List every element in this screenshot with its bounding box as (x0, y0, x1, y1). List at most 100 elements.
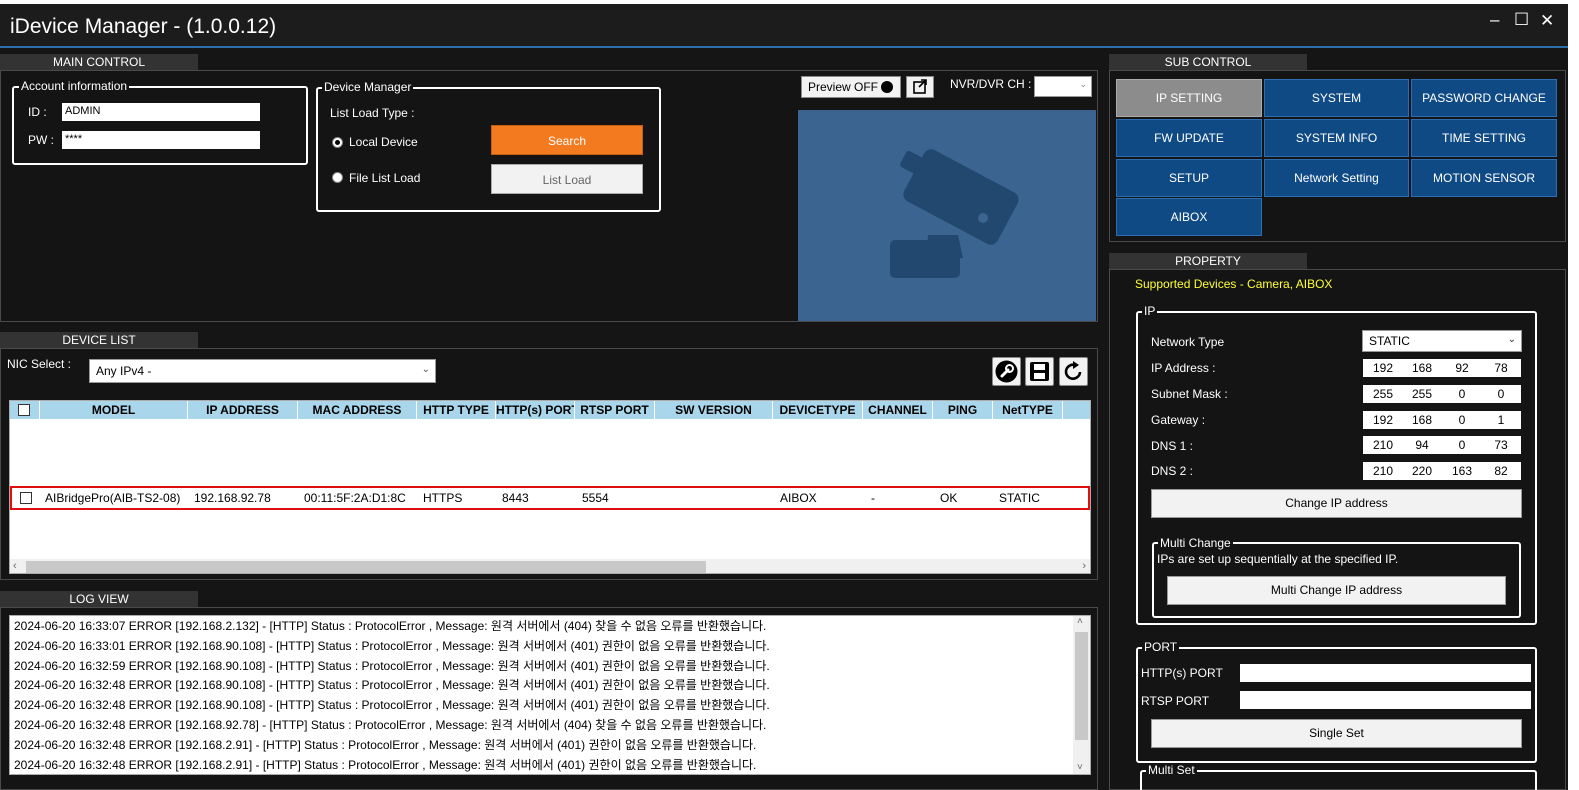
horizontal-scrollbar[interactable]: ‹ › (10, 559, 1090, 573)
motion-sensor-button[interactable]: MOTION SENSOR (1411, 159, 1557, 197)
tab-sub-control: SUB CONTROL (1109, 54, 1307, 71)
col-ping[interactable]: PING (933, 401, 993, 419)
preview-label: Preview OFF (808, 80, 879, 94)
settings-tool-button[interactable] (992, 357, 1021, 386)
aibox-button[interactable]: AIBOX (1116, 198, 1262, 236)
scroll-thumb[interactable] (26, 561, 706, 573)
gateway-octet: 0 (1458, 413, 1466, 427)
network-type-select[interactable]: STATIC ⌄ (1362, 330, 1522, 352)
col-http-type[interactable]: HTTP TYPE (417, 401, 496, 419)
dns1-octet: 0 (1458, 438, 1466, 452)
scroll-down-icon[interactable]: ˅ (1077, 762, 1083, 773)
http-port-input[interactable] (1240, 664, 1531, 682)
nvr-ch-select[interactable]: ⌄ (1034, 76, 1092, 97)
nic-select[interactable]: Any IPv4 - ⌄ (89, 359, 436, 383)
log-line: 2024-06-20 16:32:48 ERROR [192.168.90.10… (14, 678, 770, 693)
col-http-port[interactable]: HTTP(s) PORT (496, 401, 575, 419)
ip-octet: 78 (1494, 361, 1508, 375)
nic-select-value: Any IPv4 - (96, 364, 152, 378)
time-setting-button[interactable]: TIME SETTING (1411, 119, 1557, 157)
scroll-thumb[interactable] (1075, 632, 1088, 740)
ip-address-input[interactable]: 192 168 92 78 (1363, 359, 1521, 377)
multi-change-description: IPs are set up sequentially at the speci… (1157, 552, 1399, 566)
system-button[interactable]: SYSTEM (1264, 79, 1409, 117)
dns1-input[interactable]: 210 94 0 73 (1363, 436, 1521, 454)
col-device-type[interactable]: DEVICETYPE (773, 401, 863, 419)
col-mac-address[interactable]: MAC ADDRESS (298, 401, 417, 419)
col-sw-version[interactable]: SW VERSION (655, 401, 773, 419)
local-device-radio[interactable] (332, 137, 343, 148)
refresh-button[interactable] (1059, 357, 1088, 386)
log-list[interactable]: 2024-06-20 16:33:07 ERROR [192.168.2.132… (9, 615, 1091, 775)
password-change-button[interactable]: PASSWORD CHANGE (1411, 79, 1557, 117)
tab-log-view: LOG VIEW (0, 591, 198, 608)
ip-setting-button[interactable]: IP SETTING (1116, 79, 1262, 117)
account-info-title: Account information (19, 79, 130, 93)
close-icon[interactable]: ✕ (1540, 11, 1554, 31)
cell-rtsp-port: 5554 (582, 491, 609, 505)
scroll-right-icon[interactable]: › (1082, 560, 1086, 572)
subnet-mask-label: Subnet Mask : (1151, 387, 1228, 401)
dns2-input[interactable]: 210 220 163 82 (1363, 462, 1521, 480)
dns1-octet: 73 (1494, 438, 1508, 452)
change-ip-button[interactable]: Change IP address (1151, 489, 1522, 518)
cell-device-type: AIBOX (780, 491, 817, 505)
col-model[interactable]: MODEL (40, 401, 188, 419)
maximize-icon[interactable]: ☐ (1514, 10, 1529, 30)
scroll-up-icon[interactable]: ˄ (1077, 616, 1083, 627)
network-type-value: STATIC (1369, 334, 1410, 348)
multi-set-group (1140, 770, 1537, 790)
single-set-button[interactable]: Single Set (1151, 719, 1522, 748)
preview-toggle-button[interactable]: Preview OFF (801, 76, 901, 98)
pw-input[interactable]: **** (62, 131, 260, 149)
title-bar: iDevice Manager - (1.0.0.12) – ☐ ✕ (0, 4, 1568, 48)
subnet-mask-input[interactable]: 255 255 0 0 (1363, 385, 1521, 403)
dns1-octet: 210 (1372, 438, 1394, 452)
popout-button[interactable] (906, 76, 934, 98)
vertical-scrollbar[interactable]: ˄ ˅ (1073, 616, 1090, 774)
col-ip-address[interactable]: IP ADDRESS (188, 401, 298, 419)
file-list-load-radio[interactable] (332, 172, 343, 183)
search-button[interactable]: Search (491, 125, 643, 155)
list-load-button[interactable]: List Load (491, 164, 643, 194)
multi-change-ip-button[interactable]: Multi Change IP address (1167, 576, 1506, 605)
select-all-checkbox[interactable] (18, 404, 30, 416)
col-channel[interactable]: CHANNEL (863, 401, 933, 419)
setup-button[interactable]: SETUP (1116, 159, 1262, 197)
chevron-down-icon: ⌄ (1507, 334, 1516, 345)
minimize-icon[interactable]: – (1490, 10, 1499, 30)
ip-octet: 168 (1411, 361, 1433, 375)
subnet-octet: 0 (1458, 387, 1466, 401)
ip-octet: 192 (1372, 361, 1394, 375)
system-info-button[interactable]: SYSTEM INFO (1264, 119, 1409, 157)
id-input[interactable]: ADMIN (62, 103, 260, 121)
multi-change-title: Multi Change (1158, 536, 1233, 550)
rtsp-port-input[interactable] (1240, 691, 1531, 709)
ip-address-label: IP Address : (1151, 361, 1216, 375)
scroll-left-icon[interactable]: ‹ (13, 560, 17, 572)
log-line: 2024-06-20 16:33:07 ERROR [192.168.2.132… (14, 619, 767, 633)
table-row[interactable]: AIBridgePro(AIB-TS2-08) 192.168.92.78 00… (10, 486, 1090, 510)
tab-property: PROPERTY (1109, 253, 1307, 270)
dns2-octet: 220 (1411, 464, 1433, 478)
gateway-label: Gateway : (1151, 413, 1206, 427)
cell-net-type: STATIC (999, 491, 1040, 505)
tab-device-list: DEVICE LIST (0, 332, 198, 349)
log-line: 2024-06-20 16:32:48 ERROR [192.168.2.91]… (14, 737, 757, 752)
row-checkbox[interactable] (20, 492, 32, 504)
save-button[interactable] (1025, 357, 1054, 386)
dns2-label: DNS 2 : (1151, 464, 1194, 478)
multi-set-title: Multi Set (1146, 763, 1197, 777)
dns2-octet: 82 (1494, 464, 1508, 478)
gateway-octet: 192 (1372, 413, 1394, 427)
col-net-type[interactable]: NetTYPE (993, 401, 1063, 419)
list-load-type-label: List Load Type : (330, 106, 415, 120)
toggle-dot-icon (881, 81, 893, 93)
gateway-input[interactable]: 192 168 0 1 (1363, 411, 1521, 429)
dns1-label: DNS 1 : (1151, 439, 1194, 453)
wrench-icon (995, 360, 1018, 383)
fw-update-button[interactable]: FW UPDATE (1116, 119, 1262, 157)
col-rtsp-port[interactable]: RTSP PORT (575, 401, 655, 419)
network-setting-button[interactable]: Network Setting (1264, 159, 1409, 197)
dns1-octet: 94 (1415, 438, 1429, 452)
